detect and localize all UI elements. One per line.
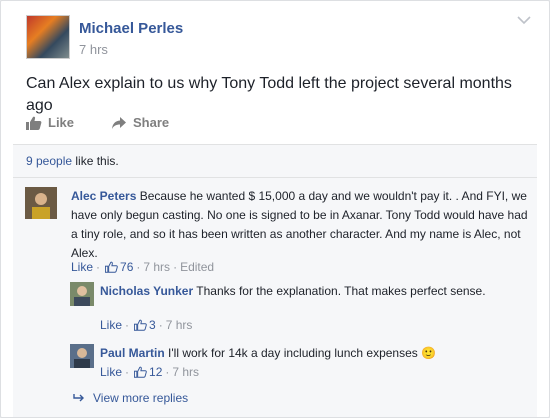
smiley-emoji: 🙂 [421, 346, 437, 360]
edited-label[interactable]: Edited [180, 260, 214, 274]
reply-time[interactable]: 7 hrs [172, 365, 199, 379]
comment-time[interactable]: 7 hrs [143, 260, 170, 274]
like-button[interactable]: Like [26, 115, 74, 130]
reply-text: Thanks for the explanation. That makes p… [193, 284, 486, 298]
share-button[interactable]: Share [111, 115, 169, 130]
replier-avatar[interactable] [70, 344, 94, 368]
post-timestamp[interactable]: 7 hrs [79, 42, 108, 57]
reply-like-link[interactable]: Like [100, 365, 122, 379]
replier-avatar[interactable] [70, 282, 94, 306]
chevron-down-icon[interactable] [517, 15, 531, 25]
reply-like-count[interactable]: 3 [149, 318, 156, 332]
reply: Paul Martin I'll work for 14k a day incl… [70, 344, 530, 384]
author-avatar[interactable] [26, 15, 70, 59]
reply-arrow-icon [73, 394, 84, 402]
comment: Alec Peters Because he wanted $ 15,000 a… [25, 187, 528, 277]
comment-meta: Like · 76 · 7 hrs · Edited [71, 260, 215, 274]
share-label: Share [133, 115, 170, 130]
reply-text: I'll work for 14k a day including lunch … [164, 346, 418, 360]
thumbs-up-icon [134, 366, 147, 378]
commenter-name[interactable]: Alec Peters [71, 189, 136, 203]
replier-name[interactable]: Paul Martin [100, 346, 165, 360]
view-more-label: View more replies [93, 391, 189, 405]
thumbs-up-icon [26, 116, 42, 130]
post-action-bar: Like Share [26, 115, 526, 135]
comment-body: Alec Peters Because he wanted $ 15,000 a… [71, 187, 531, 263]
reply-like-link[interactable]: Like [100, 318, 122, 332]
thumbs-up-icon [134, 319, 147, 331]
comment-like-link[interactable]: Like [71, 260, 93, 274]
post-header: Michael Perles 7 hrs [26, 15, 526, 59]
commenter-avatar[interactable] [25, 187, 57, 219]
replier-name[interactable]: Nicholas Yunker [100, 284, 193, 298]
likes-suffix: like this. [72, 154, 119, 168]
reply-body: Paul Martin I'll work for 14k a day incl… [100, 344, 500, 363]
comment-like-count[interactable]: 76 [120, 260, 133, 274]
likes-count-link[interactable]: 9 people [26, 154, 72, 168]
divider [13, 177, 537, 178]
reply-body: Nicholas Yunker Thanks for the explanati… [100, 282, 500, 301]
likes-summary: 9 people like this. [26, 154, 119, 168]
comments-area: 9 people like this. Alec Peters Because … [13, 144, 537, 417]
thumbs-up-icon [105, 261, 118, 273]
reply-meta: Like · 12 · 7 hrs [100, 365, 200, 379]
post-card: Michael Perles 7 hrs Can Alex explain to… [0, 0, 550, 418]
reply-like-count[interactable]: 12 [149, 365, 162, 379]
author-name[interactable]: Michael Perles [79, 20, 183, 37]
reply-time[interactable]: 7 hrs [166, 318, 193, 332]
post-text: Can Alex explain to us why Tony Todd lef… [26, 75, 512, 114]
like-label: Like [48, 115, 75, 130]
reply: Nicholas Yunker Thanks for the explanati… [70, 282, 530, 342]
view-more-replies-link[interactable]: View more replies [73, 391, 188, 405]
share-arrow-icon [112, 116, 126, 129]
comment-text: Because he wanted $ 15,000 a day and we … [71, 189, 528, 260]
reply-meta: Like · 3 · 7 hrs [100, 318, 193, 332]
